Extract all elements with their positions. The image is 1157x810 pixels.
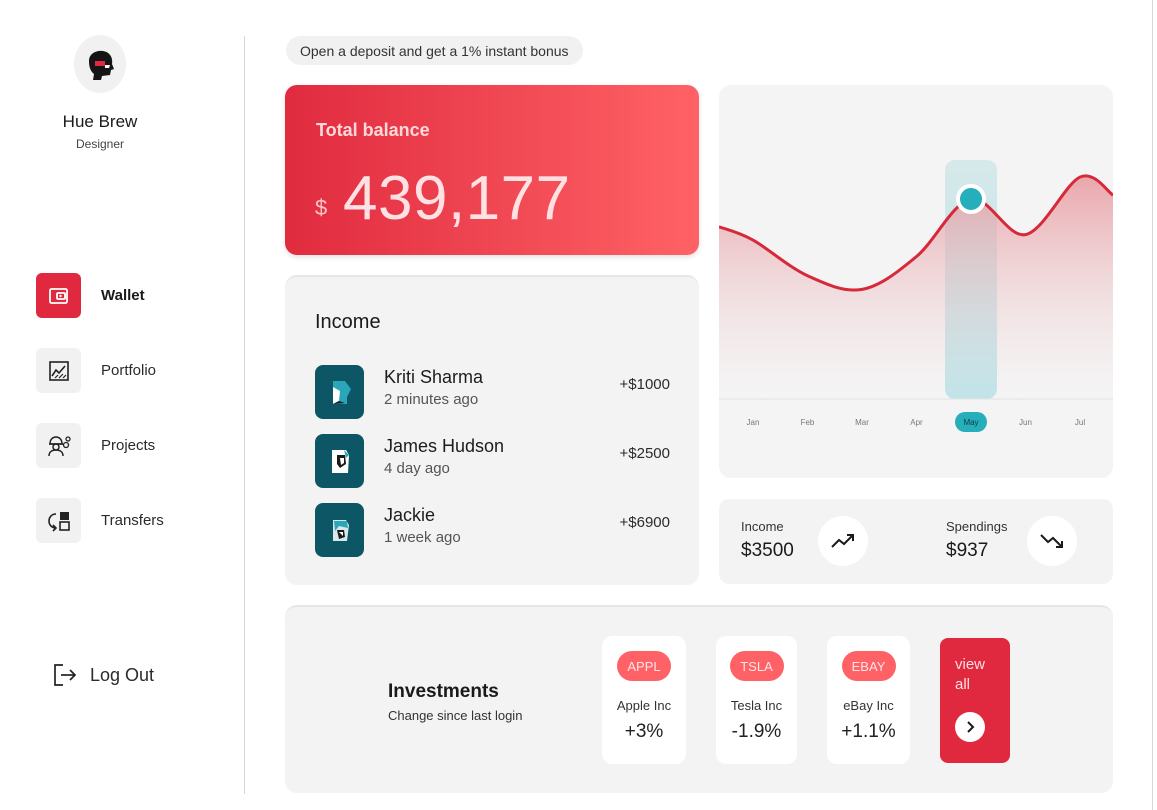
stock-ticker-badge: TSLA (729, 651, 784, 681)
avatar[interactable] (74, 35, 126, 93)
income-item[interactable]: Jackie 1 week ago +$6900 (315, 503, 670, 557)
x-tick-label[interactable]: Jul (1075, 418, 1085, 427)
income-stat-value: $3500 (741, 540, 794, 561)
stock-ticker-badge: EBAY (841, 651, 896, 681)
sidebar-item-label: Projects (101, 437, 156, 454)
stats-card: Income $3500 Spendings $937 (719, 499, 1113, 584)
trend-up-icon (831, 534, 854, 548)
x-tick-label[interactable]: Jun (1019, 418, 1032, 427)
x-tick-label[interactable]: Mar (855, 418, 869, 427)
spendings-trend-button[interactable] (1027, 516, 1077, 566)
stock-name: eBay Inc (843, 698, 894, 713)
investments-card: Investments Change since last login APPL… (285, 605, 1113, 793)
stock-change: -1.9% (731, 721, 782, 742)
person-avatar-icon (315, 503, 364, 557)
promo-banner[interactable]: Open a deposit and get a 1% instant bonu… (286, 36, 583, 65)
person-avatar-icon (315, 365, 364, 419)
sidebar-item-portfolio[interactable]: Portfolio (36, 348, 236, 393)
income-time: 4 day ago (384, 460, 450, 477)
worker-gear-icon (36, 423, 81, 468)
stock-card-ebay[interactable]: EBAY eBay Inc +1.1% (827, 636, 910, 764)
person-avatar-icon (315, 434, 364, 488)
x-tick-label[interactable]: Jan (747, 418, 760, 427)
income-title: Income (315, 311, 381, 333)
user-role: Designer (75, 137, 125, 151)
income-name: Kriti Sharma (384, 367, 484, 387)
spendings-stat-label: Spendings (946, 519, 1008, 534)
income-name: Jackie (384, 505, 436, 525)
logout-button[interactable]: Log Out (52, 662, 154, 688)
view-all-button[interactable]: view all (940, 638, 1010, 763)
income-name: James Hudson (384, 436, 505, 456)
stock-change: +3% (624, 721, 664, 742)
chart-icon (36, 348, 81, 393)
income-amount: +$1000 (619, 376, 670, 393)
sidebar-item-wallet[interactable]: Wallet (36, 273, 236, 318)
total-balance-card: Total balance $ 439,177 (285, 85, 699, 255)
income-item[interactable]: James Hudson 4 day ago +$2500 (315, 434, 670, 488)
stock-name: Tesla Inc (730, 698, 783, 713)
income-time: 1 week ago (384, 529, 461, 546)
income-amount: +$2500 (619, 445, 670, 462)
income-stat-label: Income (741, 519, 784, 534)
stock-card-tsla[interactable]: TSLA Tesla Inc -1.9% (716, 636, 797, 764)
sidebar: Hue Brew Designer Wallet Portfolio Proje… (0, 0, 245, 810)
logout-label: Log Out (90, 664, 155, 685)
income-trend-button[interactable] (818, 516, 868, 566)
x-tick-label[interactable]: May (963, 418, 978, 427)
sidebar-item-projects[interactable]: Projects (36, 423, 236, 468)
highlight-point[interactable] (956, 183, 986, 214)
investments-title: Investments (388, 681, 499, 702)
logout-icon (54, 664, 77, 686)
scrollbar-edge (1152, 0, 1157, 810)
trend-down-icon (1040, 534, 1063, 548)
sidebar-divider (244, 36, 245, 794)
stock-ticker-badge: APPL (617, 651, 671, 681)
balance-currency: $ (315, 195, 328, 220)
x-tick-label[interactable]: Feb (801, 418, 815, 427)
sidebar-item-label: Portfolio (101, 362, 157, 379)
x-tick-label[interactable]: Apr (910, 418, 923, 427)
income-card: Income Kriti Sharma 2 minutes ago +$1000… (285, 275, 699, 585)
stock-card-appl[interactable]: APPL Apple Inc +3% (602, 636, 686, 764)
sidebar-item-transfers[interactable]: Transfers (36, 498, 236, 543)
balance-title: Total balance (316, 120, 430, 140)
user-avatar-icon (89, 50, 114, 80)
chart-svg: Jan Feb Mar Apr May Jun Jul (719, 160, 1113, 432)
income-item[interactable]: Kriti Sharma 2 minutes ago +$1000 (315, 365, 670, 419)
balance-amount: 439,177 (343, 164, 571, 233)
stock-change: +1.1% (841, 721, 896, 742)
sidebar-item-label: Transfers (101, 512, 164, 529)
investments-subtitle: Change since last login (388, 708, 523, 723)
transfer-icon (36, 498, 81, 543)
balance-chart: Jan Feb Mar Apr May Jun Jul (719, 85, 1113, 478)
stock-name: Apple Inc (616, 698, 672, 713)
income-time: 2 minutes ago (384, 391, 479, 408)
view-all-label: view all (955, 656, 986, 693)
user-name: Hue Brew (62, 112, 138, 131)
sidebar-item-label: Wallet (101, 287, 145, 304)
wallet-icon (36, 273, 81, 318)
chevron-right-icon (955, 712, 985, 742)
spendings-stat-value: $937 (946, 540, 989, 561)
income-amount: +$6900 (619, 514, 670, 531)
